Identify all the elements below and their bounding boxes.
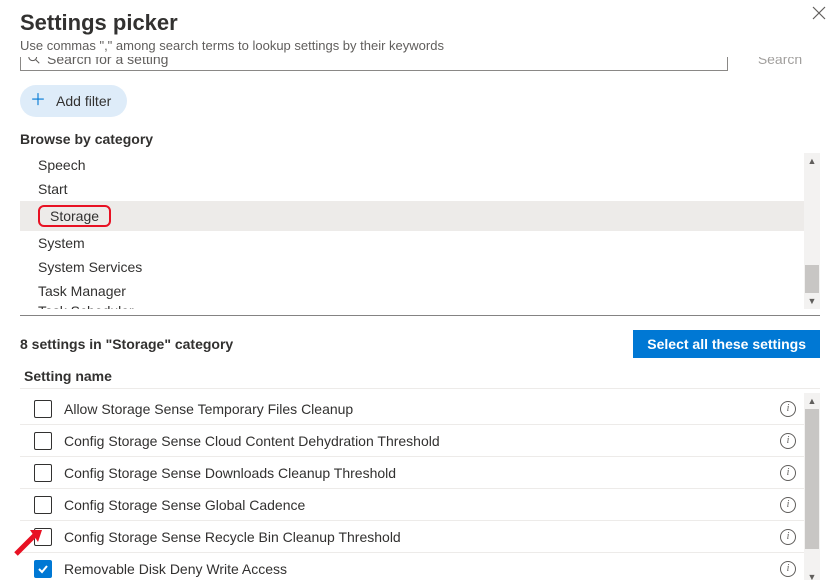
scrollbar-thumb[interactable] (805, 409, 819, 549)
plus-icon: ＋ (30, 93, 46, 109)
category-item-storage[interactable]: Storage (20, 201, 804, 231)
browse-heading: Browse by category (20, 131, 820, 147)
info-icon[interactable]: i (780, 465, 796, 481)
category-item-system-services[interactable]: System Services (20, 255, 804, 279)
info-icon[interactable]: i (780, 401, 796, 417)
category-item-system[interactable]: System (20, 231, 804, 255)
search-icon (27, 57, 41, 68)
page-subtitle: Use commas "," among search terms to loo… (20, 38, 820, 53)
search-button[interactable]: Search (740, 57, 820, 71)
category-item-task-manager[interactable]: Task Manager (20, 279, 804, 303)
info-icon[interactable]: i (780, 561, 796, 577)
setting-row[interactable]: Config Storage Sense Global Cadence i (20, 489, 804, 521)
scroll-up-icon[interactable]: ▲ (804, 153, 820, 169)
close-icon[interactable] (812, 6, 826, 25)
info-icon[interactable]: i (780, 433, 796, 449)
add-filter-button[interactable]: ＋ Add filter (20, 85, 127, 117)
scrollbar-thumb[interactable] (805, 265, 819, 293)
setting-label: Config Storage Sense Downloads Cleanup T… (64, 465, 768, 481)
settings-list: Allow Storage Sense Temporary Files Clea… (20, 393, 820, 580)
category-item-start[interactable]: Start (20, 177, 804, 201)
checkbox[interactable] (34, 496, 52, 514)
search-input[interactable] (41, 57, 721, 70)
page-title: Settings picker (20, 10, 820, 36)
setting-row[interactable]: Allow Storage Sense Temporary Files Clea… (20, 393, 804, 425)
checkbox[interactable] (34, 464, 52, 482)
scroll-up-icon[interactable]: ▲ (804, 393, 820, 409)
column-header-setting-name[interactable]: Setting name (20, 368, 820, 389)
results-count: 8 settings in "Storage" category (20, 336, 233, 352)
setting-label: Config Storage Sense Cloud Content Dehyd… (64, 433, 768, 449)
checkbox[interactable] (34, 528, 52, 546)
category-item-task-scheduler[interactable]: Task Scheduler (20, 303, 804, 309)
setting-row[interactable]: Removable Disk Deny Write Access i (20, 553, 804, 580)
setting-row[interactable]: Config Storage Sense Downloads Cleanup T… (20, 457, 804, 489)
scroll-down-icon[interactable]: ▼ (804, 569, 820, 580)
add-filter-label: Add filter (56, 93, 111, 109)
info-icon[interactable]: i (780, 497, 796, 513)
checkbox[interactable] (34, 560, 52, 578)
setting-row[interactable]: Config Storage Sense Recycle Bin Cleanup… (20, 521, 804, 553)
setting-label: Removable Disk Deny Write Access (64, 561, 768, 577)
category-item-speech[interactable]: Speech (20, 153, 804, 177)
checkbox[interactable] (34, 400, 52, 418)
checkbox[interactable] (34, 432, 52, 450)
info-icon[interactable]: i (780, 529, 796, 545)
select-all-button[interactable]: Select all these settings (633, 330, 820, 358)
search-input-container[interactable] (20, 57, 728, 71)
category-scrollbar[interactable]: ▲ ▼ (804, 153, 820, 309)
setting-label: Config Storage Sense Recycle Bin Cleanup… (64, 529, 768, 545)
category-list[interactable]: Speech Start Storage System System Servi… (20, 153, 820, 309)
setting-row[interactable]: Config Storage Sense Cloud Content Dehyd… (20, 425, 804, 457)
divider (20, 315, 820, 316)
setting-label: Allow Storage Sense Temporary Files Clea… (64, 401, 768, 417)
scroll-down-icon[interactable]: ▼ (804, 293, 820, 309)
settings-scrollbar[interactable]: ▲ ▼ (804, 393, 820, 580)
setting-label: Config Storage Sense Global Cadence (64, 497, 768, 513)
